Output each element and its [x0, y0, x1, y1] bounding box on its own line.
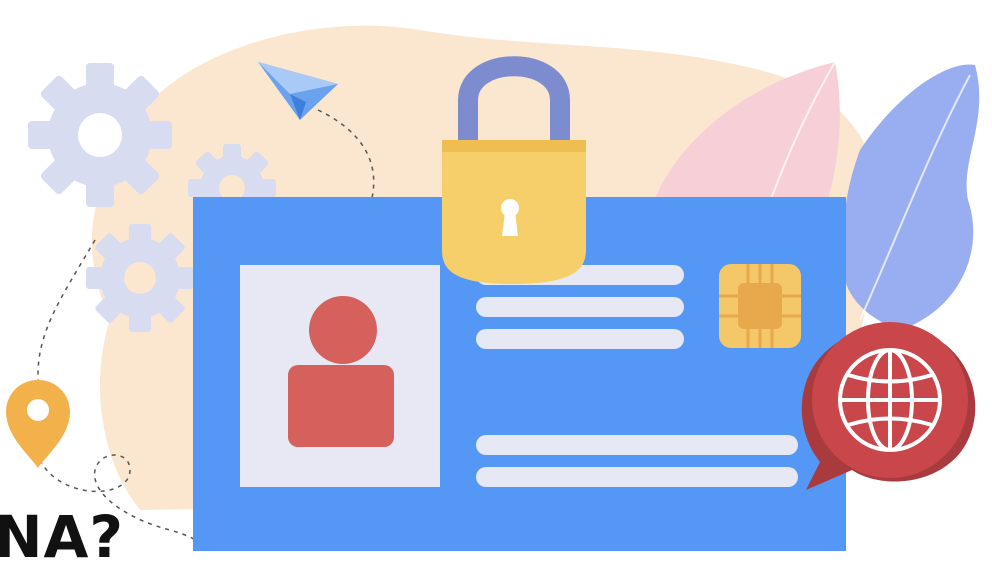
blue-leaf	[843, 64, 980, 330]
dashed-route	[37, 239, 96, 396]
caption-text: NA?	[0, 503, 125, 571]
gear-icon	[28, 63, 172, 207]
gear-icon	[86, 224, 194, 332]
location-pin-icon	[6, 380, 70, 468]
chip-icon	[719, 264, 801, 348]
id-card-illustration	[6, 25, 980, 551]
